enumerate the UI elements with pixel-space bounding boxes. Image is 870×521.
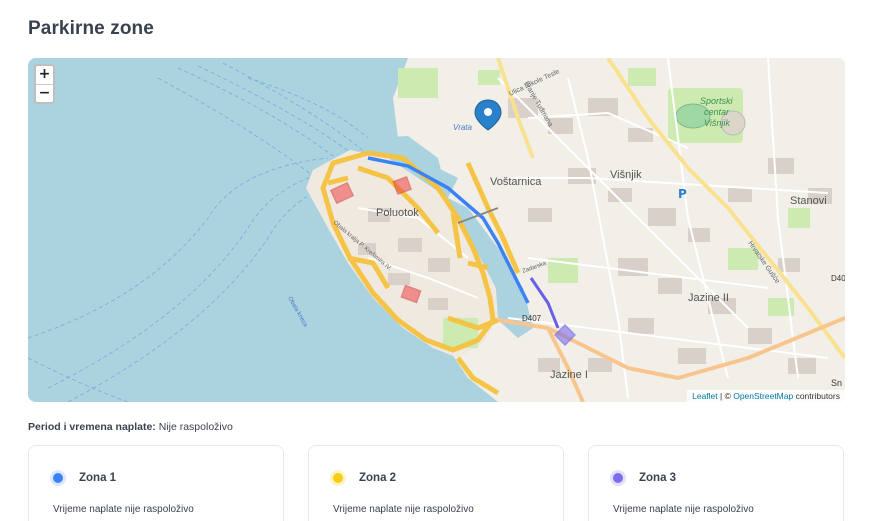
attribution-tail: contributors <box>793 391 840 401</box>
zoom-control: + − <box>34 64 55 104</box>
svg-text:Sn: Sn <box>831 378 842 388</box>
zoom-in-button[interactable]: + <box>36 66 53 84</box>
zone-billing-text: Vrijeme naplate nije raspoloživo <box>613 504 754 515</box>
svg-text:centar: centar <box>704 107 730 117</box>
svg-text:Sportski: Sportski <box>700 96 734 106</box>
zone-card-3: Zona 3 Vrijeme naplate nije raspoloživo <box>588 445 844 521</box>
svg-text:Višnjik: Višnjik <box>610 169 642 181</box>
zone-cards: Zona 1 Vrijeme naplate nije raspoloživo … <box>28 445 845 521</box>
svg-text:Višnjik: Višnjik <box>704 118 730 128</box>
zone-card-title: Zona 3 <box>613 472 676 484</box>
zone-name: Zona 1 <box>79 472 117 484</box>
svg-text:Jazine I: Jazine I <box>550 369 588 381</box>
attribution-sep: | © <box>717 391 734 401</box>
zone-name: Zona 3 <box>639 472 677 484</box>
svg-text:D40: D40 <box>831 274 845 283</box>
svg-text:Voštarnica: Voštarnica <box>490 176 542 188</box>
map-attribution: Leaflet | © OpenStreetMap contributors <box>687 390 845 402</box>
svg-text:P: P <box>678 187 687 201</box>
zone-name: Zona 2 <box>359 472 397 484</box>
zone-color-dot-icon <box>333 473 343 483</box>
svg-text:D407: D407 <box>522 314 542 323</box>
svg-text:Stanovi: Stanovi <box>790 195 827 207</box>
zoom-out-button[interactable]: − <box>36 84 53 102</box>
svg-text:Poluotok: Poluotok <box>376 207 419 219</box>
osm-link[interactable]: OpenStreetMap <box>733 391 793 401</box>
svg-text:Jazine II: Jazine II <box>688 292 729 304</box>
leaflet-link[interactable]: Leaflet <box>692 391 718 401</box>
zone-billing-text: Vrijeme naplate nije raspoloživo <box>53 504 194 515</box>
billing-period-label: Period i vremena naplate: <box>28 421 156 433</box>
billing-period-value: Nije raspoloživo <box>155 421 233 433</box>
billing-period: Period i vremena naplate: Nije raspoloži… <box>28 421 233 433</box>
zone-billing-text: Vrijeme naplate nije raspoloživo <box>333 504 474 515</box>
page-title: Parkirne zone <box>28 18 154 39</box>
parking-zones-map[interactable]: P Poluotok Voštarnica Višnjik Stanovi Ja… <box>28 58 845 402</box>
zone-card-title: Zona 2 <box>333 472 396 484</box>
map-tiles[interactable]: P Poluotok Voštarnica Višnjik Stanovi Ja… <box>28 58 845 402</box>
svg-text:Vrata: Vrata <box>453 123 473 132</box>
zone-card-2: Zona 2 Vrijeme naplate nije raspoloživo <box>308 445 564 521</box>
zone-color-dot-icon <box>613 473 623 483</box>
zone-card-1: Zona 1 Vrijeme naplate nije raspoloživo <box>28 445 284 521</box>
zone-color-dot-icon <box>53 473 63 483</box>
zone-card-title: Zona 1 <box>53 472 116 484</box>
